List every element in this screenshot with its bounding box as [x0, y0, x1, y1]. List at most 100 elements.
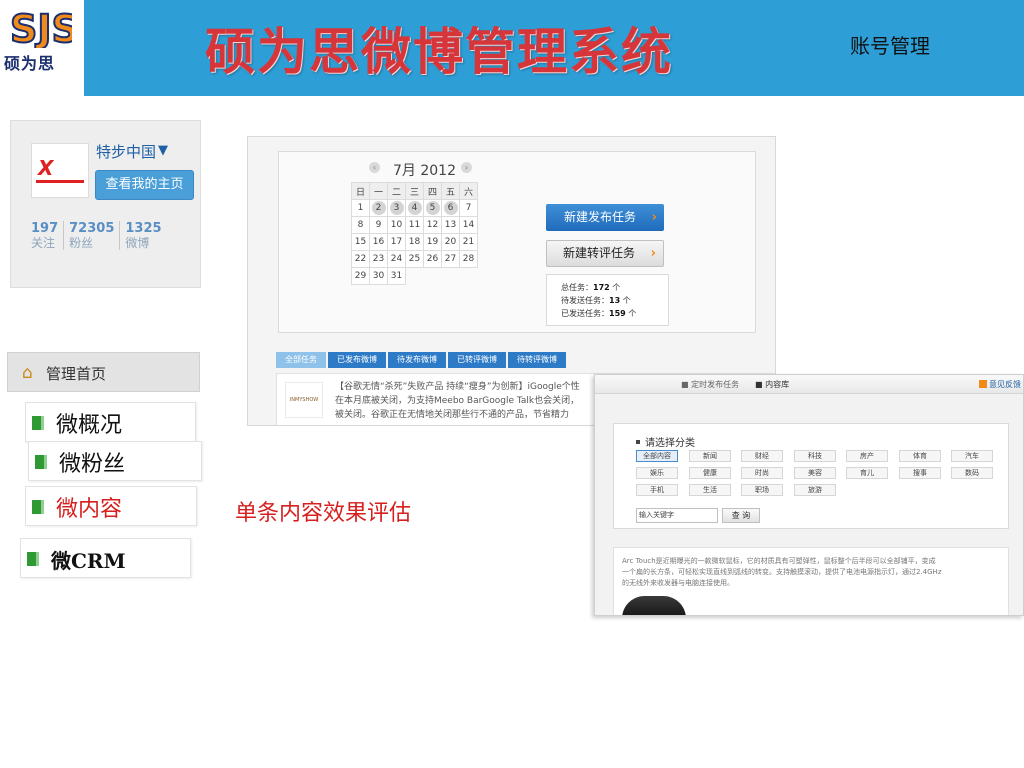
category-career[interactable]: 职场	[741, 484, 783, 496]
breadcrumb-scheduled-tasks[interactable]: ■ 定时发布任务	[681, 379, 739, 390]
category-realestate[interactable]: 房产	[846, 450, 888, 462]
calendar-day[interactable]: 17	[387, 233, 406, 251]
calendar-day[interactable]: 23	[369, 250, 388, 268]
category-fashion[interactable]: 时尚	[741, 467, 783, 479]
post-thumbnail: INMYSHOW	[285, 382, 323, 418]
calendar-day[interactable]: 29	[351, 267, 370, 285]
weekday-header: 五	[441, 182, 460, 200]
chevron-right-icon[interactable]: ›	[461, 162, 472, 173]
category-parenting[interactable]: 育儿	[846, 467, 888, 479]
calendar-day[interactable]: 3	[387, 199, 406, 217]
category-trending[interactable]: 搜事	[899, 467, 941, 479]
calendar-day[interactable]: 24	[387, 250, 406, 268]
calendar-day[interactable]: 6	[441, 199, 460, 217]
category-beauty[interactable]: 美容	[794, 467, 836, 479]
green-square-icon	[35, 455, 47, 469]
nav-item-overview[interactable]: 微概况	[25, 402, 196, 442]
calendar-day[interactable]: 10	[387, 216, 406, 234]
breadcrumb-content-library[interactable]: ■ 内容库	[755, 379, 789, 390]
keyword-search-input[interactable]: 输入关键字	[636, 508, 718, 523]
chevron-left-icon[interactable]: ‹	[369, 162, 380, 173]
new-post-task-button[interactable]: 新建发布任务 ›	[546, 204, 664, 231]
calendar-day[interactable]: 7	[459, 199, 478, 217]
logo[interactable]: SJS 硕为思	[0, 0, 84, 96]
stat-posts[interactable]: 1325 微博	[119, 221, 166, 250]
calendar-day[interactable]: 28	[459, 250, 478, 268]
category-digital[interactable]: 数码	[951, 467, 993, 479]
task-unit: 个	[628, 309, 637, 318]
category-finance[interactable]: 财经	[741, 450, 783, 462]
calendar-day[interactable]: 26	[423, 250, 442, 268]
category-all[interactable]: 全部内容	[636, 450, 678, 462]
task-count: 159	[609, 309, 626, 318]
calendar-day[interactable]: 4	[405, 199, 424, 217]
calendar-day[interactable]: 16	[369, 233, 388, 251]
calendar-day[interactable]: 1	[351, 199, 370, 217]
category-entertainment[interactable]: 娱乐	[636, 467, 678, 479]
calendar-day-number: 5	[425, 201, 440, 215]
calendar-day[interactable]: 21	[459, 233, 478, 251]
feedback-label: 意见反馈	[989, 380, 1021, 389]
category-tech[interactable]: 科技	[794, 450, 836, 462]
nav-item-content[interactable]: 微内容	[25, 486, 197, 526]
calendar-day[interactable]: 2	[369, 199, 388, 217]
brand-logo-icon: X	[38, 156, 54, 180]
view-homepage-button[interactable]: 查看我的主页	[95, 170, 194, 200]
category-travel[interactable]: 旅游	[794, 484, 836, 496]
category-mobile[interactable]: 手机	[636, 484, 678, 496]
tab-all-tasks[interactable]: 全部任务	[276, 352, 326, 368]
stat-following[interactable]: 197 关注	[31, 221, 63, 250]
task-total-row: 总任务：172 个	[561, 281, 668, 294]
category-news[interactable]: 新闻	[689, 450, 731, 462]
tab-to-publish[interactable]: 待发布微博	[388, 352, 446, 368]
calendar-day[interactable]: 27	[441, 250, 460, 268]
stat-number: 197	[31, 221, 59, 236]
new-repost-task-button[interactable]: 新建转评任务 ›	[546, 240, 664, 267]
stat-followers[interactable]: 72305 粉丝	[63, 221, 119, 250]
chevron-down-icon[interactable]: ▼	[158, 143, 168, 158]
calendar-nav: ‹ 7月 2012 ›	[369, 160, 479, 179]
category-sports[interactable]: 体育	[899, 450, 941, 462]
calendar-day[interactable]: 15	[351, 233, 370, 251]
feedback-link[interactable]: 意见反馈	[979, 379, 1021, 390]
calendar-day[interactable]: 8	[351, 216, 370, 234]
nav-item-label: 微粉丝	[59, 452, 126, 477]
calendar-day[interactable]: 25	[405, 250, 424, 268]
account-management-link[interactable]: 账号管理	[850, 30, 930, 59]
tab-published[interactable]: 已发布微博	[328, 352, 386, 368]
nav-home[interactable]: ⌂ 管理首页	[7, 352, 200, 392]
avatar[interactable]: X	[31, 143, 89, 198]
profile-name[interactable]: 特步中国	[96, 141, 156, 162]
calendar-day[interactable]: 30	[369, 267, 388, 285]
calendar-day[interactable]: 19	[423, 233, 442, 251]
calendar-day[interactable]: 20	[441, 233, 460, 251]
calendar-day[interactable]: 13	[441, 216, 460, 234]
calendar-day[interactable]: 12	[423, 216, 442, 234]
calendar-day[interactable]: 18	[405, 233, 424, 251]
tab-reposted[interactable]: 已转评微博	[448, 352, 506, 368]
category-health[interactable]: 健康	[689, 467, 731, 479]
content-line: 一个扁的长方条，可轻松实现直线到弧线的转变。支持触摸滚动，提供了电池电源指示灯，…	[622, 568, 942, 576]
bullet-square-icon	[636, 440, 640, 444]
category-heading-label: 请选择分类	[645, 438, 695, 449]
green-square-icon	[27, 552, 39, 566]
category-life[interactable]: 生活	[689, 484, 731, 496]
weekday-header: 一	[369, 182, 388, 200]
task-sent-row: 已发送任务：159 个	[561, 307, 668, 320]
task-unit: 个	[612, 283, 621, 292]
content-item[interactable]: Arc Touch是近期曝光的一款微软鼠标，它的材质具有可塑弹性，鼠标整个后半段…	[613, 547, 1009, 615]
calendar-day[interactable]: 14	[459, 216, 478, 234]
calendar-day[interactable]: 11	[405, 216, 424, 234]
tab-to-repost[interactable]: 待转评微博	[508, 352, 566, 368]
content-library-screenshot: ■ 定时发布任务 ■ 内容库 意见反馈 请选择分类 全部内容 新闻 财经 科技 …	[594, 374, 1024, 616]
category-auto[interactable]: 汽车	[951, 450, 993, 462]
calendar-day[interactable]: 9	[369, 216, 388, 234]
task-panel: ‹ 7月 2012 › 日 一 二 三 四 五 六 1 2 3 4 5 6 7	[278, 151, 756, 333]
nav-item-crm[interactable]: 微CRM	[20, 538, 191, 578]
search-button[interactable]: 查 询	[722, 508, 760, 523]
calendar-day[interactable]: 5	[423, 199, 442, 217]
calendar-day[interactable]: 22	[351, 250, 370, 268]
calendar-day[interactable]: 31	[387, 267, 406, 285]
nav-item-fans[interactable]: 微粉丝	[28, 441, 202, 481]
green-square-icon	[32, 500, 44, 514]
